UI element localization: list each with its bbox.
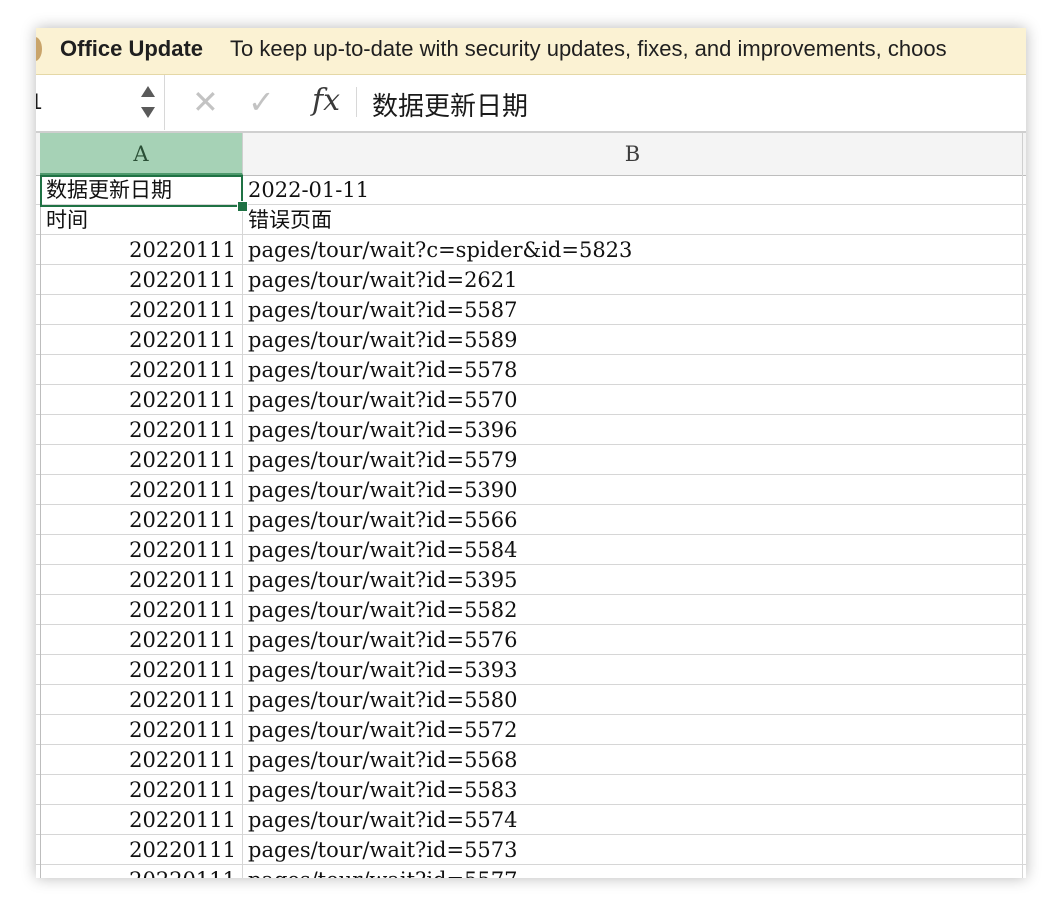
- table-row: 20220111 pages/tour/wait?id=5584: [36, 535, 1026, 565]
- cell-a[interactable]: 20220111: [40, 265, 243, 294]
- column-header-b[interactable]: B: [243, 133, 1023, 175]
- cell-b[interactable]: pages/tour/wait?id=5572: [243, 715, 1023, 744]
- cell-b2[interactable]: 错误页面: [243, 205, 1023, 234]
- table-row: 时间 错误页面: [36, 205, 1026, 235]
- fill-handle[interactable]: [237, 201, 248, 212]
- cell-b[interactable]: pages/tour/wait?id=5582: [243, 595, 1023, 624]
- table-row: 20220111 pages/tour/wait?id=5587: [36, 295, 1026, 325]
- cell-a1[interactable]: 数据更新日期: [40, 175, 243, 204]
- name-box-value[interactable]: 1: [36, 89, 42, 115]
- table-row: 20220111 pages/tour/wait?id=5572: [36, 715, 1026, 745]
- cell-a[interactable]: 20220111: [40, 325, 243, 354]
- cell-b[interactable]: pages/tour/wait?id=5393: [243, 655, 1023, 684]
- table-row: 20220111pages/tour/wait?id=5577: [36, 865, 1026, 878]
- cell-a[interactable]: 20220111: [40, 655, 243, 684]
- cell-b[interactable]: pages/tour/wait?id=5578: [243, 355, 1023, 384]
- banner-message: To keep up-to-date with security updates…: [230, 36, 947, 61]
- column-header-row: A B: [36, 132, 1026, 176]
- cell-a[interactable]: 20220111: [40, 715, 243, 744]
- cell-b[interactable]: pages/tour/wait?id=5589: [243, 325, 1023, 354]
- table-row: 20220111 pages/tour/wait?id=5568: [36, 745, 1026, 775]
- cell-a[interactable]: 20220111: [40, 745, 243, 774]
- cell-a[interactable]: 20220111: [40, 355, 243, 384]
- stepper-up-icon[interactable]: [141, 86, 155, 97]
- formula-bar-divider: [356, 87, 357, 117]
- cell-b[interactable]: pages/tour/wait?id=5396: [243, 415, 1023, 444]
- table-row: 20220111 pages/tour/wait?id=5579: [36, 445, 1026, 475]
- cell-a[interactable]: 20220111: [40, 535, 243, 564]
- cell-b[interactable]: pages/tour/wait?id=5570: [243, 385, 1023, 414]
- cell-a[interactable]: 20220111: [40, 625, 243, 654]
- cell-b[interactable]: pages/tour/wait?id=5580: [243, 685, 1023, 714]
- table-row: 20220111 pages/tour/wait?id=5396: [36, 415, 1026, 445]
- cell-a[interactable]: 20220111: [40, 775, 243, 804]
- column-header-a[interactable]: A: [40, 133, 243, 175]
- cell-b[interactable]: pages/tour/wait?id=5587: [243, 295, 1023, 324]
- table-row: 20220111 pages/tour/wait?id=5578: [36, 355, 1026, 385]
- grid-rows: 数据更新日期 2022-01-11 时间 错误页面 20220111 pages/…: [36, 175, 1026, 878]
- insert-function-button[interactable]: fx: [312, 83, 340, 118]
- cell-b[interactable]: pages/tour/wait?id=5577: [243, 865, 1023, 878]
- table-row: 20220111 pages/tour/wait?c=spider&id=5823: [36, 235, 1026, 265]
- cell-b[interactable]: pages/tour/wait?id=5390: [243, 475, 1023, 504]
- table-row: 20220111 pages/tour/wait?id=5589: [36, 325, 1026, 355]
- name-box[interactable]: 1: [36, 75, 165, 130]
- cell-a[interactable]: 20220111: [40, 475, 243, 504]
- cell-b[interactable]: pages/tour/wait?id=5573: [243, 835, 1023, 864]
- cell-a[interactable]: 20220111: [40, 235, 243, 264]
- cell-b[interactable]: pages/tour/wait?id=5579: [243, 445, 1023, 474]
- cell-a[interactable]: 20220111: [40, 445, 243, 474]
- office-update-banner[interactable]: Office Update To keep up-to-date with se…: [36, 28, 1026, 75]
- table-row: 20220111 pages/tour/wait?id=5573: [36, 835, 1026, 865]
- cell-a[interactable]: 20220111: [40, 865, 243, 878]
- formula-bar: 1 ✕ ✓ fx 数据更新日期: [36, 75, 1026, 132]
- table-row: 20220111 pages/tour/wait?id=5395: [36, 565, 1026, 595]
- cell-b[interactable]: pages/tour/wait?id=5566: [243, 505, 1023, 534]
- confirm-entry-button[interactable]: ✓: [248, 85, 275, 119]
- banner-title: Office Update: [60, 36, 204, 61]
- table-row: 20220111 pages/tour/wait?id=5582: [36, 595, 1026, 625]
- cell-b[interactable]: pages/tour/wait?id=5395: [243, 565, 1023, 594]
- cell-b[interactable]: pages/tour/wait?id=2621: [243, 265, 1023, 294]
- stepper-down-icon[interactable]: [141, 107, 155, 118]
- cell-a[interactable]: 20220111: [40, 595, 243, 624]
- cell-b1[interactable]: 2022-01-11: [243, 175, 1023, 204]
- grid-left-edge: [40, 175, 41, 878]
- cell-b[interactable]: pages/tour/wait?id=5584: [243, 535, 1023, 564]
- table-row: 20220111 pages/tour/wait?id=5393: [36, 655, 1026, 685]
- cell-a[interactable]: 20220111: [40, 835, 243, 864]
- cancel-entry-button[interactable]: ✕: [192, 85, 219, 119]
- table-row: 数据更新日期 2022-01-11: [36, 175, 1026, 205]
- spreadsheet-grid: A B 数据更新日期 2022-01-11 时间 错误页面 20220111 pa…: [36, 132, 1026, 878]
- cell-a2[interactable]: 时间: [40, 205, 243, 234]
- excel-window: Office Update To keep up-to-date with se…: [36, 28, 1026, 878]
- cell-b[interactable]: pages/tour/wait?id=5576: [243, 625, 1023, 654]
- cell-b[interactable]: pages/tour/wait?c=spider&id=5823: [243, 235, 1023, 264]
- formula-input[interactable]: 数据更新日期: [372, 86, 528, 123]
- cell-b[interactable]: pages/tour/wait?id=5583: [243, 775, 1023, 804]
- office-update-icon: [36, 37, 42, 61]
- table-row: 20220111 pages/tour/wait?id=5576: [36, 625, 1026, 655]
- cell-a[interactable]: 20220111: [40, 805, 243, 834]
- table-row: 20220111 pages/tour/wait?id=2621: [36, 265, 1026, 295]
- table-row: 20220111 pages/tour/wait?id=5583: [36, 775, 1026, 805]
- table-row: 20220111 pages/tour/wait?id=5574: [36, 805, 1026, 835]
- cell-a[interactable]: 20220111: [40, 685, 243, 714]
- cell-a[interactable]: 20220111: [40, 295, 243, 324]
- cell-a[interactable]: 20220111: [40, 565, 243, 594]
- table-row: 20220111 pages/tour/wait?id=5580: [36, 685, 1026, 715]
- table-row: 20220111 pages/tour/wait?id=5390: [36, 475, 1026, 505]
- cell-b[interactable]: pages/tour/wait?id=5568: [243, 745, 1023, 774]
- table-row: 20220111 pages/tour/wait?id=5566: [36, 505, 1026, 535]
- name-box-stepper[interactable]: [140, 83, 158, 123]
- cell-a[interactable]: 20220111: [40, 505, 243, 534]
- cell-b[interactable]: pages/tour/wait?id=5574: [243, 805, 1023, 834]
- table-row: 20220111 pages/tour/wait?id=5570: [36, 385, 1026, 415]
- cell-a[interactable]: 20220111: [40, 385, 243, 414]
- cell-a[interactable]: 20220111: [40, 415, 243, 444]
